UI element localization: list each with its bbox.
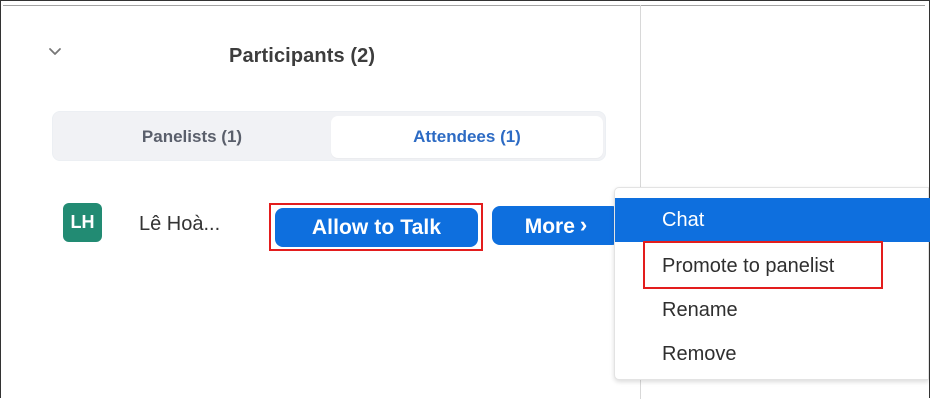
window-frame: Participants (2) Panelists (1) Attendees… <box>0 0 930 399</box>
participants-panel: Participants (2) Panelists (1) Attendees… <box>9 6 640 399</box>
tab-attendees[interactable]: Attendees (1) <box>331 116 603 158</box>
more-button[interactable]: More › <box>492 206 620 245</box>
tab-panelists[interactable]: Panelists (1) <box>57 116 327 158</box>
more-button-label: More <box>524 215 575 238</box>
participant-name: Lê Hoà... <box>139 213 221 235</box>
participant-tabs: Panelists (1) Attendees (1) <box>52 111 606 161</box>
participant-row: LH Lê Hoà... Allow to Talk More › <box>63 203 623 255</box>
menu-item-chat[interactable]: Chat <box>615 198 930 242</box>
allow-to-talk-highlight: Allow to Talk <box>269 203 483 251</box>
menu-item-remove[interactable]: Remove <box>615 332 930 376</box>
promote-to-panelist-highlight <box>643 241 883 289</box>
avatar: LH <box>63 203 102 242</box>
chevron-right-icon: › <box>579 212 588 237</box>
menu-item-rename[interactable]: Rename <box>615 288 930 332</box>
participants-title: Participants (2) <box>229 45 376 67</box>
chevron-down-icon[interactable] <box>45 44 65 64</box>
chevron-down-icon-shape <box>49 48 61 55</box>
allow-to-talk-button[interactable]: Allow to Talk <box>275 208 478 247</box>
